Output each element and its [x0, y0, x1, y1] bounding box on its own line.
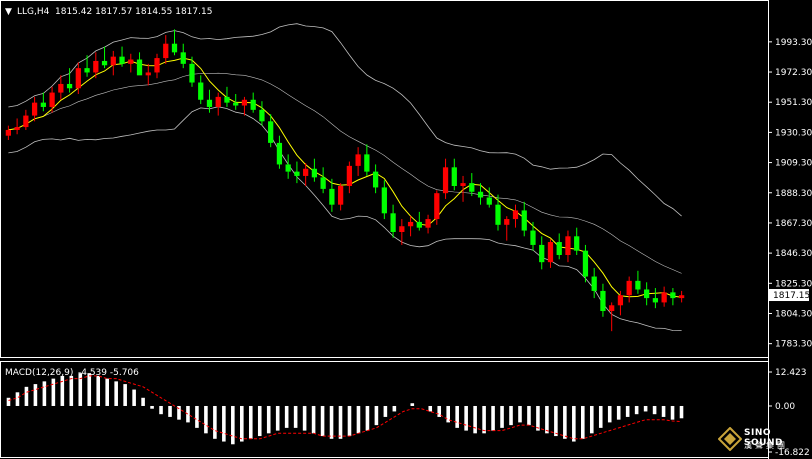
candle [241, 96, 248, 116]
candle [364, 144, 370, 176]
candle [23, 109, 29, 130]
candle [198, 75, 204, 105]
price-axis: 1993.30 1972.30 1951.30 1930.30 1909.30 1888.… [768, 38, 812, 350]
candle [49, 86, 55, 113]
candle [381, 180, 387, 220]
candle [504, 216, 510, 241]
candle [14, 118, 20, 135]
ohlc-values: 1815.42 1817.57 1814.55 1817.15 [55, 7, 212, 17]
candle [372, 164, 379, 194]
price-tick-label: 1888.30 [775, 189, 812, 199]
candle [661, 286, 667, 307]
current-price-marker: 1817.15 [769, 289, 810, 302]
candles [5, 29, 685, 332]
candle [5, 125, 11, 141]
lower-band [8, 106, 682, 331]
candle [31, 96, 38, 122]
brand-logo-icon [718, 427, 742, 451]
watermark-chinese: 漢聲集團 [744, 441, 788, 450]
candle [128, 53, 134, 73]
candle [154, 53, 160, 79]
macd-tick-label: 0.00 [775, 402, 795, 412]
candle [285, 154, 291, 179]
candle [346, 161, 352, 194]
candle [407, 216, 414, 237]
price-tick-label: 1909.30 [775, 159, 812, 169]
candle [136, 52, 143, 76]
candle [574, 227, 580, 255]
candle [635, 270, 641, 294]
price-tick-label: 1867.30 [775, 219, 812, 229]
candle [495, 194, 501, 231]
macd-indicator [6, 373, 684, 445]
candle [469, 173, 475, 197]
candle [591, 267, 597, 299]
price-tick-label: 1783.30 [775, 340, 812, 350]
candle [311, 158, 318, 182]
candle [512, 204, 519, 228]
candle [119, 46, 125, 67]
candle [40, 92, 46, 112]
candle [451, 158, 457, 191]
price-tick-label: 1930.30 [775, 128, 812, 138]
candle [547, 239, 554, 268]
candle [644, 282, 650, 306]
candle [145, 63, 151, 86]
candle [530, 221, 536, 251]
watermark: SINO SOUND 漢聲集團 [716, 425, 808, 455]
macd-tick-label: 12.423 [775, 368, 807, 378]
price-tick-label: 1846.30 [775, 249, 812, 259]
candle [163, 35, 169, 64]
candle [652, 288, 659, 309]
candle [206, 89, 213, 113]
candle [390, 204, 396, 238]
candle [294, 161, 300, 184]
candle [600, 283, 606, 317]
candle [171, 29, 178, 56]
price-tick-label: 1825.30 [775, 279, 812, 289]
collapse-arrow-icon[interactable]: ▼ [5, 7, 12, 17]
price-tick-label: 1972.30 [775, 68, 812, 78]
moving-average [8, 57, 682, 298]
price-tick-label: 1951.30 [775, 98, 812, 108]
candle [180, 43, 186, 69]
candle [442, 158, 449, 199]
candle [110, 50, 116, 76]
candle [259, 101, 265, 126]
price-tick-label: 1993.30 [775, 38, 812, 48]
candle [276, 135, 283, 169]
candle [539, 236, 545, 270]
candle [679, 290, 685, 303]
upper-band [8, 23, 682, 217]
candle [355, 147, 361, 176]
candle [320, 167, 326, 194]
candle [556, 233, 562, 260]
candle [224, 86, 230, 107]
candle [521, 201, 527, 237]
candle [670, 288, 676, 306]
symbol-label: LLG,H4 [17, 7, 50, 17]
price-chart[interactable]: 1993.30 1972.30 1951.30 1930.30 1909.30 1888.… [0, 0, 812, 459]
macd-label: MACD(12,26,9) [5, 368, 73, 378]
candle [338, 183, 344, 211]
ma-line [8, 57, 682, 298]
macd-signal-line [8, 375, 682, 440]
middle-band [8, 72, 682, 274]
candle [425, 214, 431, 234]
bollinger-bands [8, 23, 682, 331]
candle [609, 302, 615, 332]
current-price-label: 1817.15 [773, 291, 810, 301]
candle [101, 46, 108, 69]
candle [250, 92, 256, 113]
macd-values: -4.539 -5.706 [78, 368, 139, 378]
price-tick-label: 1804.30 [775, 309, 812, 319]
candle [215, 92, 221, 116]
candle [626, 276, 632, 303]
candle [565, 230, 571, 263]
candle [416, 211, 422, 231]
candle [84, 55, 90, 77]
